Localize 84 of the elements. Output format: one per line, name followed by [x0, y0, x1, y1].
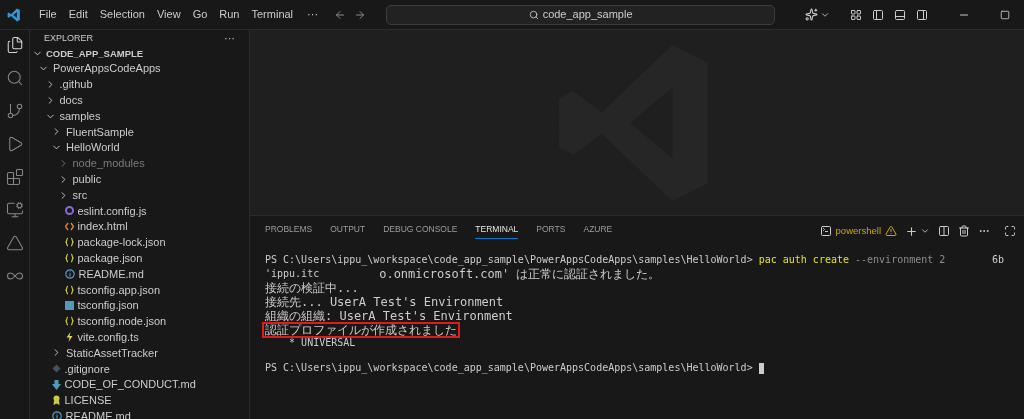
info-icon: [51, 411, 62, 419]
menu-item[interactable]: Selection: [93, 6, 151, 23]
trash-icon[interactable]: [958, 225, 970, 237]
code-icon: [64, 222, 74, 232]
braces-icon: [64, 284, 74, 295]
document-row[interactable]: CODE_OF_CONDUCT.md: [30, 376, 249, 393]
folder-row[interactable]: HelloWorld: [30, 139, 249, 156]
app-logo-icon: [7, 7, 21, 22]
layout-icon[interactable]: [850, 8, 862, 21]
terminal-line: * UNIVERSAL: [288, 337, 356, 350]
braces-icon: [64, 316, 74, 327]
split-icon[interactable]: [938, 225, 950, 237]
menu-item[interactable]: Edit: [62, 6, 94, 23]
more-menu[interactable]: ···: [299, 6, 327, 23]
document-row[interactable]: LICENSE: [30, 392, 249, 409]
diamond-icon: [51, 364, 61, 374]
panel-tab[interactable]: PROBLEMS: [265, 223, 313, 239]
document-row[interactable]: package.json: [30, 250, 249, 267]
folder-row[interactable]: StaticAssetTracker: [30, 345, 249, 361]
warning-icon: [885, 225, 897, 237]
braces-icon: [64, 253, 74, 264]
panel-bottom-icon[interactable]: [894, 8, 906, 21]
folder-row[interactable]: samples: [30, 108, 249, 124]
plus-icon[interactable]: [905, 224, 918, 238]
info-icon: [64, 269, 75, 279]
document-row[interactable]: tsconfig.node.json: [30, 313, 249, 330]
terminal-line: 組織の組織: UserA Test's Environment: [265, 309, 513, 323]
ribbon-icon: [51, 395, 61, 406]
folder-row[interactable]: .github: [30, 76, 249, 93]
folder-row[interactable]: node_modules: [30, 155, 249, 172]
panel-right-icon[interactable]: [916, 8, 928, 21]
highlighted-terminal-line: 認証プロファイルが作成されました: [263, 323, 459, 337]
panel-tab[interactable]: OUTPUT: [330, 223, 366, 239]
document-row[interactable]: vite.config.ts: [30, 329, 249, 346]
shell-name[interactable]: powershell: [835, 223, 881, 239]
terminal-line: PS C:\Users\ippu_\workspace\code_app_sample\PowerAppsCodeApps\samples\HelloWorld> pac auth create --environment 2 6b: [265, 254, 1005, 267]
menu-item[interactable]: Go: [186, 6, 214, 23]
terminal-icon: [819, 225, 832, 237]
menu-item[interactable]: Terminal: [245, 6, 300, 23]
back-arrow-icon[interactable]: [334, 8, 347, 21]
download-icon: [51, 379, 61, 390]
panel-tab[interactable]: TERMINAL: [475, 223, 519, 239]
menu-item[interactable]: File: [33, 6, 63, 23]
menu-item[interactable]: Run: [213, 6, 246, 23]
braces-icon: [64, 237, 74, 248]
more-button[interactable]: ···: [224, 30, 235, 47]
maximize-panel-icon[interactable]: [1004, 225, 1016, 237]
document-row[interactable]: eslint.config.js: [30, 202, 249, 219]
folder-row[interactable]: src: [30, 187, 249, 203]
command-search-field[interactable]: code_app_sample: [386, 4, 776, 25]
terminal-line: PS C:\Users\ippu_\workspace\code_app_sample\PowerAppsCodeApps\samples\HelloWorld>: [265, 362, 764, 375]
search-icon: [528, 9, 539, 20]
triangle-icon[interactable]: [5, 234, 24, 252]
forward-arrow-icon[interactable]: [354, 8, 367, 21]
folder-row[interactable]: FluentSample: [30, 123, 249, 140]
terminal-line: 接続先... UserA Test's Environment: [265, 295, 504, 309]
document-row[interactable]: tsconfig.json: [30, 297, 249, 314]
menu-item[interactable]: View: [150, 6, 187, 23]
branch-icon[interactable]: [5, 102, 24, 120]
folder-row[interactable]: docs: [30, 92, 249, 109]
monitor-icon[interactable]: [5, 201, 24, 219]
panel-left-icon[interactable]: [872, 8, 884, 21]
document-row[interactable]: .gitignore: [30, 360, 249, 377]
blocks-icon[interactable]: [5, 168, 24, 186]
terminal-line: 'ippu.itc o.onmicrosoft.com' は正常に認証されました。: [265, 267, 661, 281]
document-row[interactable]: package-lock.json: [30, 234, 249, 251]
panel-tab[interactable]: DEBUG CONSOLE: [383, 223, 458, 239]
search-icon[interactable]: [5, 69, 24, 87]
document-row[interactable]: README.md: [30, 266, 249, 282]
files-icon[interactable]: [5, 36, 24, 54]
maximize-icon[interactable]: [1000, 9, 1010, 20]
folder-row[interactable]: PowerAppsCodeApps: [30, 60, 249, 77]
document-row[interactable]: tsconfig.app.json: [30, 281, 249, 298]
terminal-line: 接続の検証中...: [265, 281, 359, 295]
sparkle-icon[interactable]: [805, 8, 819, 21]
chevron-down-icon[interactable]: [920, 226, 930, 236]
document-row[interactable]: index.html: [30, 218, 249, 235]
explorer-title: EXPLORER: [44, 31, 94, 45]
folder-row[interactable]: public: [30, 171, 249, 188]
root-folder-item[interactable]: CODE_APP_SAMPLE: [30, 46, 249, 61]
bolt-icon: [64, 332, 74, 343]
ts-file-icon: [64, 301, 74, 311]
panel-tab[interactable]: PORTS: [536, 223, 566, 239]
panel-tab[interactable]: AZURE: [583, 223, 613, 239]
